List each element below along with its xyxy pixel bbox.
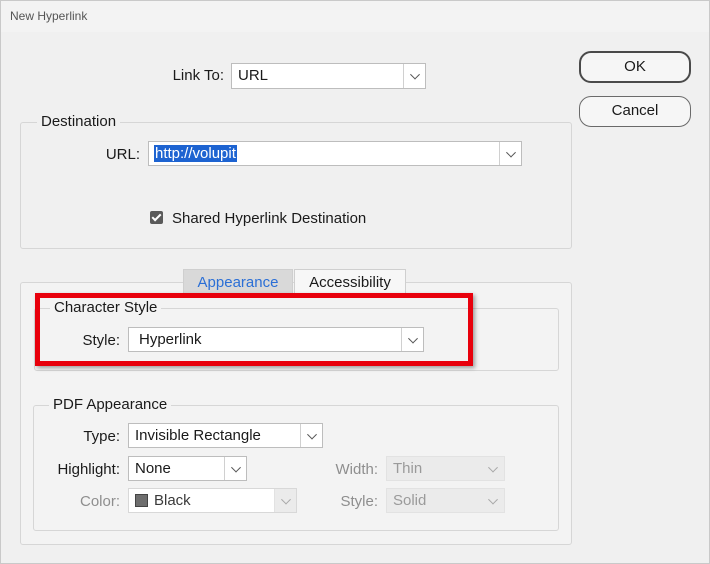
- width-value: Thin: [393, 460, 423, 477]
- cancel-button[interactable]: Cancel: [579, 96, 691, 127]
- chevron-down-icon: [488, 494, 498, 505]
- url-value: http://volupit: [154, 145, 237, 162]
- type-dropdown-arrow[interactable]: [300, 424, 322, 447]
- highlight-select[interactable]: None: [128, 456, 247, 481]
- url-dropdown-arrow[interactable]: [499, 142, 521, 165]
- chevron-down-icon: [409, 69, 420, 80]
- highlight-label: Highlight:: [57, 461, 120, 478]
- color-swatch: [135, 494, 148, 507]
- highlight-value: None: [135, 460, 171, 477]
- ok-button-label: OK: [624, 58, 646, 75]
- chevron-down-icon: [488, 462, 498, 473]
- color-dropdown-arrow: [274, 489, 296, 512]
- type-value: Invisible Rectangle: [135, 427, 261, 444]
- width-label: Width:: [335, 461, 378, 478]
- width-dropdown-arrow: [482, 457, 504, 480]
- type-label: Type:: [83, 428, 120, 445]
- shared-destination-label: Shared Hyperlink Destination: [172, 210, 367, 227]
- tab-accessibility[interactable]: Accessibility: [294, 269, 406, 295]
- border-style-label: Style:: [340, 493, 378, 510]
- link-to-dropdown-arrow[interactable]: [403, 64, 425, 88]
- link-to-label: Link To:: [172, 67, 224, 84]
- border-style-select: Solid: [386, 488, 505, 513]
- link-to-select[interactable]: URL: [231, 63, 426, 89]
- color-value: Black: [154, 492, 191, 509]
- annotation-highlight-box: [35, 293, 473, 366]
- color-label: Color:: [79, 493, 120, 510]
- color-select: Black: [128, 488, 297, 513]
- pdf-appearance-title: PDF Appearance: [49, 396, 172, 413]
- type-select[interactable]: Invisible Rectangle: [128, 423, 323, 448]
- tab-appearance[interactable]: Appearance: [183, 269, 293, 295]
- destination-group-title: Destination: [37, 113, 121, 130]
- url-label: URL:: [105, 146, 140, 163]
- chevron-down-icon: [230, 462, 241, 473]
- highlight-dropdown-arrow[interactable]: [224, 457, 246, 480]
- width-select: Thin: [386, 456, 505, 481]
- link-to-value: URL: [238, 67, 269, 84]
- chevron-down-icon: [505, 147, 516, 158]
- border-style-dropdown-arrow: [482, 489, 504, 512]
- shared-destination-checkbox[interactable]: [150, 211, 163, 224]
- ok-button[interactable]: OK: [579, 51, 691, 83]
- chevron-down-icon: [280, 494, 291, 505]
- url-input[interactable]: http://volupit: [148, 141, 522, 166]
- border-style-value: Solid: [393, 492, 427, 509]
- cancel-button-label: Cancel: [611, 102, 659, 119]
- chevron-down-icon: [306, 429, 317, 440]
